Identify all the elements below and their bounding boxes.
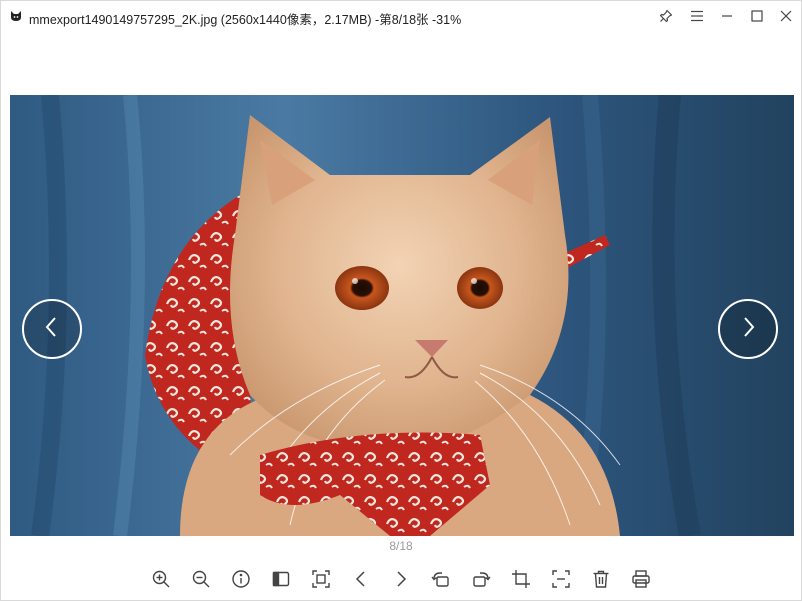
actual-size-button[interactable]	[549, 569, 573, 593]
crop-icon	[511, 569, 531, 594]
zoom-in-icon	[151, 569, 171, 594]
print-button[interactable]	[629, 569, 653, 593]
pin-icon	[659, 9, 673, 23]
minimize-button[interactable]	[716, 6, 738, 26]
rotate-right-icon	[471, 569, 491, 594]
zoom-out-icon	[191, 569, 211, 594]
image-canvas[interactable]	[10, 95, 794, 536]
crop-button[interactable]	[509, 569, 533, 593]
hamburger-menu-icon	[690, 10, 704, 22]
next-image-button[interactable]	[718, 299, 778, 359]
info-icon	[231, 569, 251, 594]
minimize-icon	[721, 10, 733, 22]
rotate-right-button[interactable]	[469, 569, 493, 593]
menu-button[interactable]	[686, 6, 708, 26]
print-icon	[631, 569, 651, 594]
sidebar-button[interactable]	[269, 569, 293, 593]
previous-image-button[interactable]	[22, 299, 82, 359]
bottom-toolbar	[1, 569, 801, 593]
window-title: mmexport1490149757295_2K.jpg (2560x1440像…	[29, 13, 462, 27]
pin-button[interactable]	[655, 6, 677, 26]
delete-icon	[591, 569, 611, 594]
maximize-button[interactable]	[746, 6, 768, 26]
image-viewer-window: mmexport1490149757295_2K.jpg (2560x1440像…	[0, 0, 802, 601]
next-icon	[391, 569, 411, 594]
fit-screen-icon	[311, 569, 331, 594]
zoom-out-button[interactable]	[189, 569, 213, 593]
sidebar-icon	[271, 569, 291, 594]
close-button[interactable]	[775, 6, 797, 26]
title-bar: mmexport1490149757295_2K.jpg (2560x1440像…	[1, 1, 801, 31]
actual-size-icon	[551, 569, 571, 594]
next-button[interactable]	[389, 569, 413, 593]
rotate-left-button[interactable]	[429, 569, 453, 593]
previous-button[interactable]	[349, 569, 373, 593]
previous-icon	[351, 569, 371, 594]
maximize-icon	[751, 10, 763, 22]
cat-logo-icon	[9, 9, 23, 23]
page-indicator: 8/18	[389, 539, 413, 553]
chevron-left-icon	[42, 315, 62, 344]
rotate-left-icon	[431, 569, 451, 594]
delete-button[interactable]	[589, 569, 613, 593]
info-button[interactable]	[229, 569, 253, 593]
chevron-right-icon	[738, 315, 758, 344]
fit-screen-button[interactable]	[309, 569, 333, 593]
zoom-in-button[interactable]	[149, 569, 173, 593]
close-icon	[780, 10, 792, 22]
cat-photo	[10, 95, 794, 536]
